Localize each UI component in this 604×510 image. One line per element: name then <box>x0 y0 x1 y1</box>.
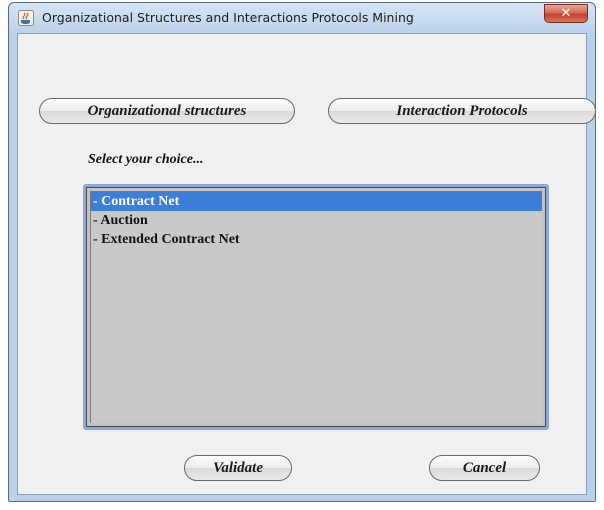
window-title: Organizational Structures and Interactio… <box>42 10 414 25</box>
dialog-content: Organizational structures Interaction Pr… <box>17 33 596 495</box>
validate-button[interactable]: Validate <box>184 455 292 481</box>
organizational-structures-button[interactable]: Organizational structures <box>39 98 295 124</box>
cancel-button[interactable]: Cancel <box>429 455 540 481</box>
protocol-list[interactable]: - Contract Net - Auction - Extended Cont… <box>83 184 549 430</box>
protocol-list-body: - Contract Net - Auction - Extended Cont… <box>90 191 542 423</box>
close-button[interactable]: ✕ <box>544 4 588 23</box>
select-choice-label: Select your choice... <box>88 152 204 167</box>
close-icon: ✕ <box>560 6 572 21</box>
java-app-icon <box>18 10 34 26</box>
list-item-extended-contract-net[interactable]: - Extended Contract Net <box>91 230 542 249</box>
list-item-contract-net[interactable]: - Contract Net <box>91 192 542 211</box>
list-item-auction[interactable]: - Auction <box>91 211 542 230</box>
interaction-protocols-button[interactable]: Interaction Protocols <box>328 98 596 124</box>
app-window: Organizational Structures and Interactio… <box>8 2 596 502</box>
title-bar[interactable]: Organizational Structures and Interactio… <box>9 3 595 33</box>
